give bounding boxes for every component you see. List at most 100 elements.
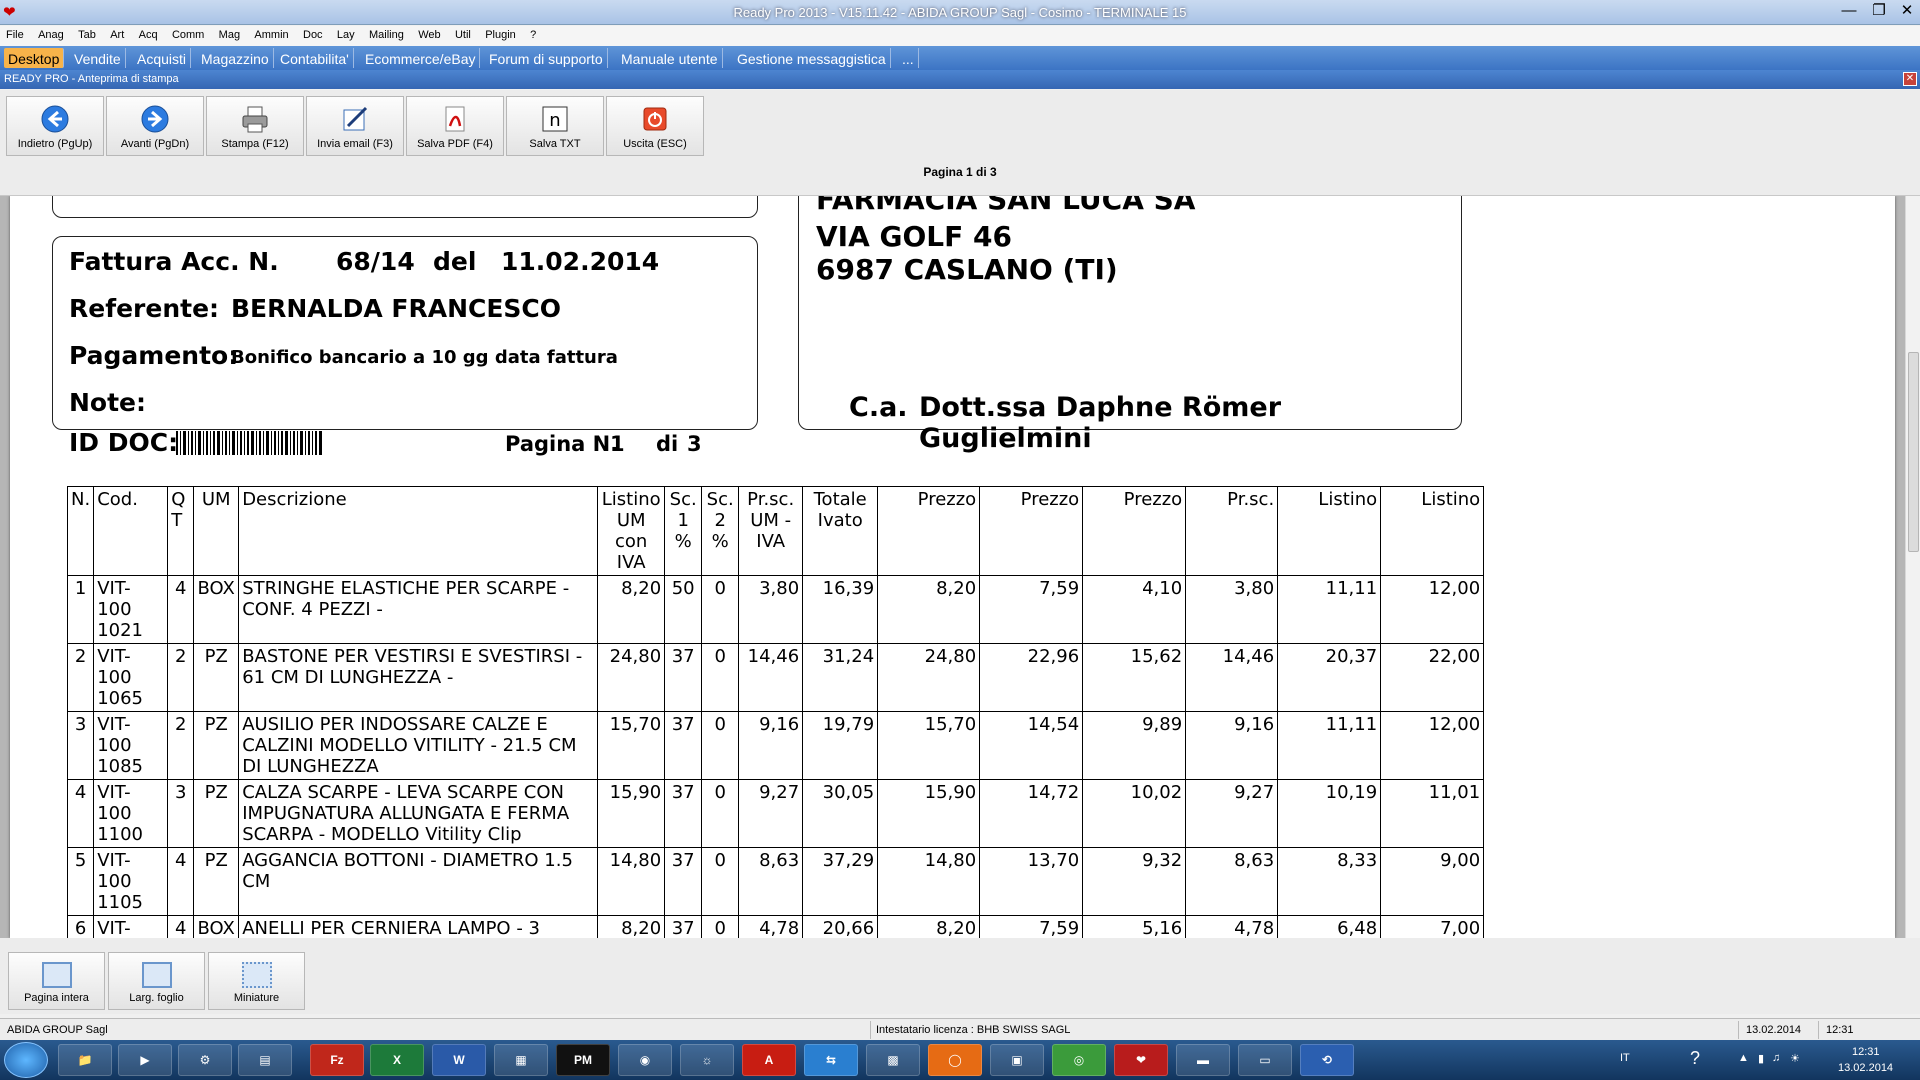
tab-messaggistica[interactable]: Gestione messaggistica bbox=[733, 48, 891, 68]
email-label: Invia email (F3) bbox=[317, 138, 393, 150]
vertical-scrollbar[interactable] bbox=[1905, 196, 1920, 938]
menu-item-tab[interactable]: Tab bbox=[72, 26, 101, 41]
language-indicator[interactable]: IT bbox=[1620, 1052, 1630, 1064]
print-button[interactable]: Stampa (F12) bbox=[206, 96, 304, 156]
signal-icon[interactable]: ▮ bbox=[1758, 1052, 1764, 1065]
clock-time[interactable]: 12:31 bbox=[1852, 1046, 1880, 1058]
table-cell: 4 bbox=[167, 575, 195, 644]
app-icon-22[interactable]: ⟲ bbox=[1300, 1044, 1354, 1076]
app-icon-20[interactable]: ▬ bbox=[1176, 1044, 1230, 1076]
restore-icon[interactable]: ❐ bbox=[1866, 1, 1892, 23]
table-cell: 31,24 bbox=[802, 643, 879, 712]
invoice-info-box: Fattura Acc. N. 68/14 del 11.02.2014 Ref… bbox=[52, 236, 758, 457]
menu-item-anag[interactable]: Anag bbox=[32, 26, 69, 41]
chrome-icon[interactable]: ◎ bbox=[1052, 1044, 1106, 1076]
menu-item-mailing[interactable]: Mailing bbox=[363, 26, 409, 41]
tab-ecommerce[interactable]: Ecommerce/eBay bbox=[361, 48, 481, 68]
full-page-icon bbox=[41, 962, 72, 988]
firefox-icon[interactable]: ◯ bbox=[928, 1044, 982, 1076]
table-cell: 37 bbox=[664, 779, 703, 848]
help-icon[interactable]: ? bbox=[1690, 1048, 1700, 1069]
tab-more[interactable]: ... bbox=[898, 48, 919, 68]
menu-item-doc[interactable]: Doc bbox=[297, 26, 328, 41]
menu-item-ammin[interactable]: Ammin bbox=[248, 26, 293, 41]
excel-icon[interactable]: X bbox=[370, 1044, 424, 1076]
menu-item-mag[interactable]: Mag bbox=[213, 26, 245, 41]
menu-item-help[interactable]: ? bbox=[524, 26, 541, 41]
col-header: Pr.sc. bbox=[1185, 486, 1279, 576]
network-icon[interactable]: ▦ bbox=[494, 1044, 548, 1076]
gimp-icon[interactable]: ☼ bbox=[680, 1044, 734, 1076]
table-cell: 22,96 bbox=[979, 643, 1084, 712]
clock-date[interactable]: 13.02.2014 bbox=[1838, 1062, 1893, 1074]
table-cell: 24,80 bbox=[597, 643, 666, 712]
pm-icon[interactable]: PM bbox=[556, 1044, 610, 1076]
full-page-button[interactable]: Pagina intera bbox=[8, 952, 105, 1010]
app-icon-3[interactable]: ⚙ bbox=[178, 1044, 232, 1076]
media-player-icon[interactable]: ▶ bbox=[118, 1044, 172, 1076]
email-button[interactable]: Invia email (F3) bbox=[306, 96, 404, 156]
print-preview-area[interactable]: Fattura Acc. N. 68/14 del 11.02.2014 Ref… bbox=[0, 196, 1905, 938]
table-cell: 4,78 bbox=[738, 915, 804, 938]
app-icon-15[interactable]: ▩ bbox=[866, 1044, 920, 1076]
status-divider bbox=[870, 1021, 871, 1039]
forward-button[interactable]: Avanti (PgDn) bbox=[106, 96, 204, 156]
table-cell: VIT-100 1085 bbox=[93, 711, 169, 780]
back-button[interactable]: Indietro (PgUp) bbox=[6, 96, 104, 156]
tab-forum[interactable]: Forum di supporto bbox=[485, 48, 608, 68]
filezilla-icon[interactable]: Fz bbox=[310, 1044, 364, 1076]
close-icon[interactable]: ✕ bbox=[1894, 1, 1920, 23]
tab-desktop[interactable]: Desktop bbox=[4, 48, 65, 68]
word-icon[interactable]: W bbox=[432, 1044, 486, 1076]
menu-item-comm[interactable]: Comm bbox=[166, 26, 209, 41]
table-cell: 4 bbox=[167, 847, 195, 916]
tab-magazzino[interactable]: Magazzino bbox=[197, 48, 274, 68]
page-width-button[interactable]: Larg. foglio bbox=[108, 952, 205, 1010]
exit-button[interactable]: Uscita (ESC) bbox=[606, 96, 704, 156]
volume-icon[interactable]: ♫ bbox=[1772, 1052, 1780, 1064]
menu-item-util[interactable]: Util bbox=[449, 26, 476, 41]
save-pdf-button[interactable]: Salva PDF (F4) bbox=[406, 96, 504, 156]
table-cell: 9,16 bbox=[738, 711, 804, 780]
table-cell: 3,80 bbox=[738, 575, 804, 644]
tab-acquisti[interactable]: Acquisti bbox=[133, 48, 192, 68]
page-width-icon bbox=[141, 962, 172, 988]
network-tray-icon[interactable]: ☀ bbox=[1790, 1052, 1800, 1065]
menu-item-acq[interactable]: Acq bbox=[133, 26, 163, 41]
table-cell: ANELLI PER CERNIERA LAMPO - 3 PEZZI A CO… bbox=[238, 915, 599, 938]
table-cell: 4 bbox=[66, 779, 95, 848]
color-icon[interactable]: ◉ bbox=[618, 1044, 672, 1076]
app-icon-4[interactable]: ▤ bbox=[238, 1044, 292, 1076]
menu-item-art[interactable]: Art bbox=[104, 26, 129, 41]
close-preview-icon[interactable]: ✕ bbox=[1903, 72, 1917, 86]
teamviewer-icon[interactable]: ⇆ bbox=[804, 1044, 858, 1076]
thumbnails-button[interactable]: Miniature bbox=[208, 952, 305, 1010]
save-txt-button[interactable]: n Salva TXT bbox=[506, 96, 604, 156]
table-cell: 0 bbox=[701, 643, 740, 712]
save-txt-label: Salva TXT bbox=[529, 138, 581, 150]
arrow-right-icon bbox=[141, 105, 169, 133]
readypro-icon[interactable]: ❤ bbox=[1114, 1044, 1168, 1076]
table-cell: VIT-100 1100 bbox=[93, 779, 169, 848]
acrobat-icon[interactable]: A bbox=[742, 1044, 796, 1076]
table-cell: 9,32 bbox=[1082, 847, 1187, 916]
explorer-icon[interactable]: 📁 bbox=[58, 1044, 112, 1076]
scrollbar-thumb[interactable] bbox=[1908, 352, 1919, 552]
tab-vendite[interactable]: Vendite bbox=[70, 48, 126, 68]
menu-item-lay[interactable]: Lay bbox=[331, 26, 360, 41]
tray-arrow-icon[interactable]: ▲ bbox=[1738, 1052, 1749, 1064]
ca-label: C.a. bbox=[849, 392, 908, 423]
menu-item-plugin[interactable]: Plugin bbox=[479, 26, 521, 41]
windows-start-icon[interactable] bbox=[4, 1042, 48, 1078]
app-icon-17[interactable]: ▣ bbox=[990, 1044, 1044, 1076]
table-cell: 10,19 bbox=[1277, 779, 1382, 848]
tab-manuale[interactable]: Manuale utente bbox=[617, 48, 723, 68]
tab-contabilita[interactable]: Contabilita' bbox=[276, 48, 354, 68]
barcode-icon bbox=[176, 431, 322, 455]
table-cell: 15,70 bbox=[877, 711, 981, 780]
app-icon-21[interactable]: ▭ bbox=[1238, 1044, 1292, 1076]
menu-item-file[interactable]: File bbox=[0, 26, 29, 41]
minimize-icon[interactable]: — bbox=[1836, 1, 1862, 23]
menu-item-web[interactable]: Web bbox=[412, 26, 445, 41]
doc-number: 68/14 bbox=[336, 247, 415, 276]
